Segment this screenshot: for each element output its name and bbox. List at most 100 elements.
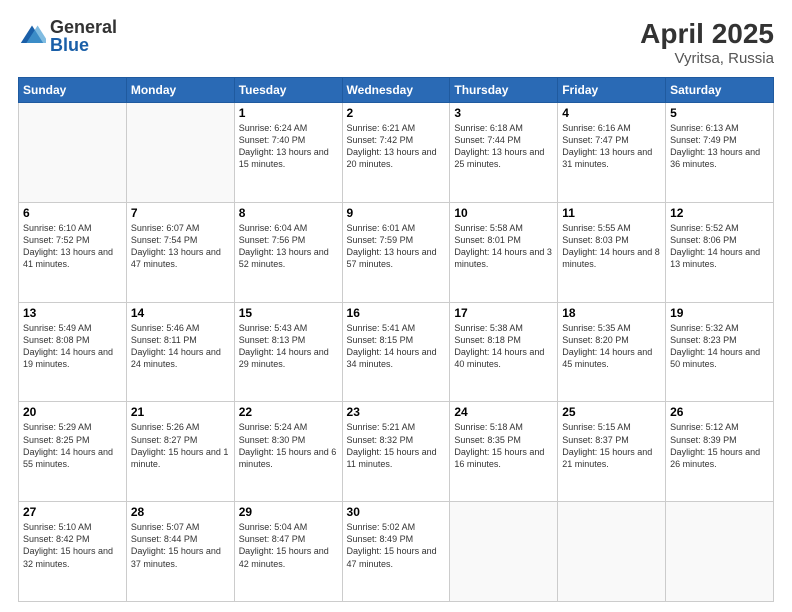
calendar-cell: 22 Sunrise: 5:24 AM Sunset: 8:30 PM Dayli… xyxy=(234,402,342,502)
calendar-week-2: 6 Sunrise: 6:10 AM Sunset: 7:52 PM Daylig… xyxy=(19,202,774,302)
calendar-cell: 7 Sunrise: 6:07 AM Sunset: 7:54 PM Daylig… xyxy=(126,202,234,302)
logo-text: General Blue xyxy=(50,18,117,54)
day-number: 20 xyxy=(23,405,122,419)
day-number: 5 xyxy=(670,106,769,120)
calendar-cell: 25 Sunrise: 5:15 AM Sunset: 8:37 PM Dayli… xyxy=(558,402,666,502)
day-info: Sunrise: 5:12 AM Sunset: 8:39 PM Dayligh… xyxy=(670,421,769,470)
day-number: 26 xyxy=(670,405,769,419)
calendar-cell: 4 Sunrise: 6:16 AM Sunset: 7:47 PM Daylig… xyxy=(558,103,666,203)
calendar-cell: 3 Sunrise: 6:18 AM Sunset: 7:44 PM Daylig… xyxy=(450,103,558,203)
day-number: 13 xyxy=(23,306,122,320)
page: General Blue April 2025 Vyritsa, Russia … xyxy=(0,0,792,612)
day-info: Sunrise: 5:26 AM Sunset: 8:27 PM Dayligh… xyxy=(131,421,230,470)
day-info: Sunrise: 5:46 AM Sunset: 8:11 PM Dayligh… xyxy=(131,322,230,371)
day-info: Sunrise: 5:18 AM Sunset: 8:35 PM Dayligh… xyxy=(454,421,553,470)
location: Vyritsa, Russia xyxy=(640,50,774,67)
day-info: Sunrise: 6:16 AM Sunset: 7:47 PM Dayligh… xyxy=(562,122,661,171)
day-info: Sunrise: 6:24 AM Sunset: 7:40 PM Dayligh… xyxy=(239,122,338,171)
calendar-cell: 12 Sunrise: 5:52 AM Sunset: 8:06 PM Dayli… xyxy=(666,202,774,302)
calendar-header-sunday: Sunday xyxy=(19,78,127,103)
day-number: 12 xyxy=(670,206,769,220)
day-number: 18 xyxy=(562,306,661,320)
day-info: Sunrise: 5:04 AM Sunset: 8:47 PM Dayligh… xyxy=(239,521,338,570)
day-number: 16 xyxy=(347,306,446,320)
calendar-header-friday: Friday xyxy=(558,78,666,103)
calendar-cell: 6 Sunrise: 6:10 AM Sunset: 7:52 PM Daylig… xyxy=(19,202,127,302)
month-title: April 2025 xyxy=(640,18,774,50)
calendar-cell xyxy=(666,502,774,602)
day-info: Sunrise: 5:55 AM Sunset: 8:03 PM Dayligh… xyxy=(562,222,661,271)
calendar-week-5: 27 Sunrise: 5:10 AM Sunset: 8:42 PM Dayli… xyxy=(19,502,774,602)
day-info: Sunrise: 5:21 AM Sunset: 8:32 PM Dayligh… xyxy=(347,421,446,470)
logo-general-text: General xyxy=(50,18,117,36)
calendar-cell: 29Sunrise: 5:04 AM Sunset: 8:47 PM Dayli… xyxy=(234,502,342,602)
day-number: 1 xyxy=(239,106,338,120)
logo-icon xyxy=(18,22,46,50)
calendar-cell: 5 Sunrise: 6:13 AM Sunset: 7:49 PM Daylig… xyxy=(666,103,774,203)
day-info: Sunrise: 5:35 AM Sunset: 8:20 PM Dayligh… xyxy=(562,322,661,371)
calendar-cell: 11 Sunrise: 5:55 AM Sunset: 8:03 PM Dayli… xyxy=(558,202,666,302)
calendar-cell: 2 Sunrise: 6:21 AM Sunset: 7:42 PM Daylig… xyxy=(342,103,450,203)
day-info: Sunrise: 6:01 AM Sunset: 7:59 PM Dayligh… xyxy=(347,222,446,271)
calendar-cell: 10 Sunrise: 5:58 AM Sunset: 8:01 PM Dayli… xyxy=(450,202,558,302)
day-info: Sunrise: 6:04 AM Sunset: 7:56 PM Dayligh… xyxy=(239,222,338,271)
day-info: Sunrise: 5:10 AM Sunset: 8:42 PM Dayligh… xyxy=(23,521,122,570)
calendar-header-thursday: Thursday xyxy=(450,78,558,103)
calendar-cell: 14Sunrise: 5:46 AM Sunset: 8:11 PM Dayli… xyxy=(126,302,234,402)
day-number: 2 xyxy=(347,106,446,120)
calendar-cell: 18 Sunrise: 5:35 AM Sunset: 8:20 PM Dayli… xyxy=(558,302,666,402)
day-info: Sunrise: 5:58 AM Sunset: 8:01 PM Dayligh… xyxy=(454,222,553,271)
day-number: 8 xyxy=(239,206,338,220)
calendar-cell: 16Sunrise: 5:41 AM Sunset: 8:15 PM Dayli… xyxy=(342,302,450,402)
calendar-header-wednesday: Wednesday xyxy=(342,78,450,103)
calendar-header-tuesday: Tuesday xyxy=(234,78,342,103)
day-number: 6 xyxy=(23,206,122,220)
day-number: 11 xyxy=(562,206,661,220)
calendar-cell: 17 Sunrise: 5:38 AM Sunset: 8:18 PM Dayli… xyxy=(450,302,558,402)
day-number: 21 xyxy=(131,405,230,419)
calendar-cell: 27 Sunrise: 5:10 AM Sunset: 8:42 PM Dayli… xyxy=(19,502,127,602)
calendar-week-3: 13Sunrise: 5:49 AM Sunset: 8:08 PM Dayli… xyxy=(19,302,774,402)
day-info: Sunrise: 5:02 AM Sunset: 8:49 PM Dayligh… xyxy=(347,521,446,570)
day-info: Sunrise: 5:29 AM Sunset: 8:25 PM Dayligh… xyxy=(23,421,122,470)
header: General Blue April 2025 Vyritsa, Russia xyxy=(18,18,774,67)
day-info: Sunrise: 5:52 AM Sunset: 8:06 PM Dayligh… xyxy=(670,222,769,271)
day-number: 25 xyxy=(562,405,661,419)
day-number: 19 xyxy=(670,306,769,320)
day-info: Sunrise: 6:10 AM Sunset: 7:52 PM Dayligh… xyxy=(23,222,122,271)
day-info: Sunrise: 6:13 AM Sunset: 7:49 PM Dayligh… xyxy=(670,122,769,171)
calendar-cell: 19 Sunrise: 5:32 AM Sunset: 8:23 PM Dayli… xyxy=(666,302,774,402)
day-number: 3 xyxy=(454,106,553,120)
day-number: 27 xyxy=(23,505,122,519)
calendar-cell: 20 Sunrise: 5:29 AM Sunset: 8:25 PM Dayli… xyxy=(19,402,127,502)
day-info: Sunrise: 6:07 AM Sunset: 7:54 PM Dayligh… xyxy=(131,222,230,271)
calendar-header-saturday: Saturday xyxy=(666,78,774,103)
day-info: Sunrise: 5:32 AM Sunset: 8:23 PM Dayligh… xyxy=(670,322,769,371)
calendar-header-row: SundayMondayTuesdayWednesdayThursdayFrid… xyxy=(19,78,774,103)
calendar-cell: 8 Sunrise: 6:04 AM Sunset: 7:56 PM Daylig… xyxy=(234,202,342,302)
day-info: Sunrise: 5:15 AM Sunset: 8:37 PM Dayligh… xyxy=(562,421,661,470)
day-info: Sunrise: 6:18 AM Sunset: 7:44 PM Dayligh… xyxy=(454,122,553,171)
day-number: 24 xyxy=(454,405,553,419)
day-info: Sunrise: 6:21 AM Sunset: 7:42 PM Dayligh… xyxy=(347,122,446,171)
calendar-cell: 1 Sunrise: 6:24 AM Sunset: 7:40 PM Daylig… xyxy=(234,103,342,203)
calendar-cell: 30Sunrise: 5:02 AM Sunset: 8:49 PM Dayli… xyxy=(342,502,450,602)
day-number: 17 xyxy=(454,306,553,320)
day-number: 4 xyxy=(562,106,661,120)
day-number: 7 xyxy=(131,206,230,220)
calendar-cell: 28Sunrise: 5:07 AM Sunset: 8:44 PM Dayli… xyxy=(126,502,234,602)
logo-blue-text: Blue xyxy=(50,36,117,54)
calendar-table: SundayMondayTuesdayWednesdayThursdayFrid… xyxy=(18,77,774,602)
day-info: Sunrise: 5:24 AM Sunset: 8:30 PM Dayligh… xyxy=(239,421,338,470)
day-number: 10 xyxy=(454,206,553,220)
calendar-cell: 15Sunrise: 5:43 AM Sunset: 8:13 PM Dayli… xyxy=(234,302,342,402)
day-number: 15 xyxy=(239,306,338,320)
calendar-cell xyxy=(126,103,234,203)
calendar-cell xyxy=(558,502,666,602)
calendar-cell: 21 Sunrise: 5:26 AM Sunset: 8:27 PM Dayli… xyxy=(126,402,234,502)
day-info: Sunrise: 5:38 AM Sunset: 8:18 PM Dayligh… xyxy=(454,322,553,371)
calendar-week-1: 1 Sunrise: 6:24 AM Sunset: 7:40 PM Daylig… xyxy=(19,103,774,203)
title-block: April 2025 Vyritsa, Russia xyxy=(640,18,774,67)
day-info: Sunrise: 5:07 AM Sunset: 8:44 PM Dayligh… xyxy=(131,521,230,570)
day-number: 22 xyxy=(239,405,338,419)
